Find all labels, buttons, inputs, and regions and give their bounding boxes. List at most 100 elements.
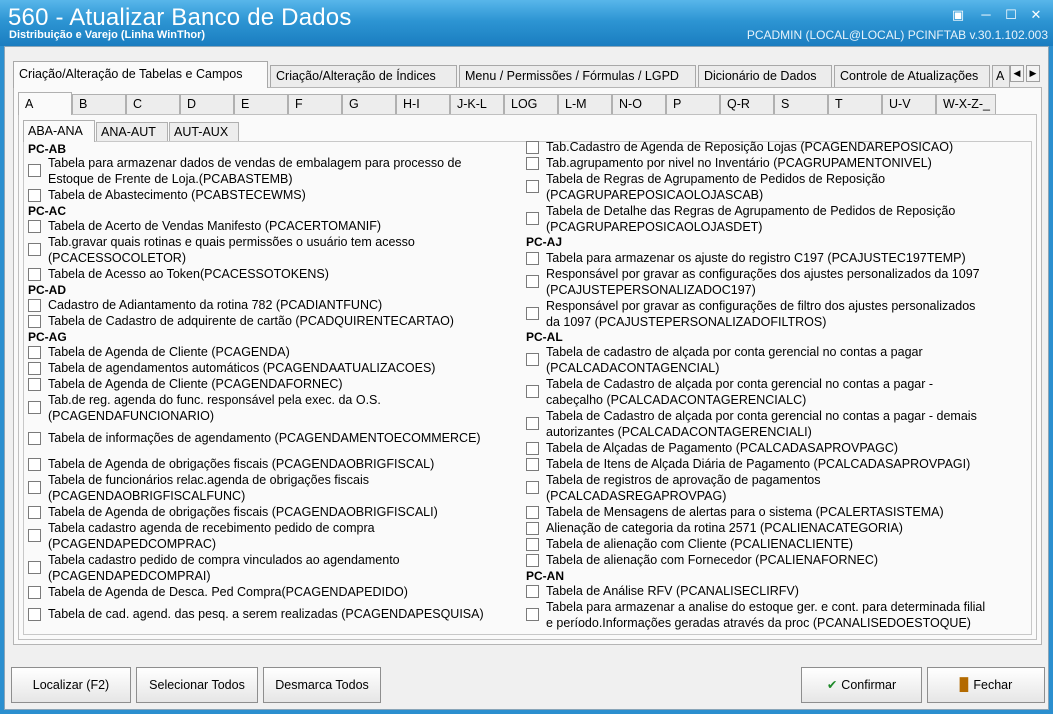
maximize-icon[interactable]: ☐ bbox=[1001, 6, 1021, 24]
table-checkbox[interactable] bbox=[28, 220, 41, 233]
tab-aut-aux[interactable]: AUT-AUX bbox=[169, 122, 239, 142]
table-checkbox[interactable] bbox=[526, 506, 539, 519]
table-checkbox[interactable] bbox=[526, 554, 539, 567]
tab-dicionario[interactable]: Dicionário de Dados bbox=[698, 65, 832, 88]
table-item-label: Tabela de Agenda de Cliente (PCAGENDA) bbox=[48, 345, 290, 359]
table-checkbox[interactable] bbox=[526, 417, 539, 430]
tab-controle[interactable]: Controle de Atualizações bbox=[834, 65, 990, 88]
table-checkbox[interactable] bbox=[28, 268, 41, 281]
table-checkbox[interactable] bbox=[28, 608, 41, 621]
tab-letter-u-v[interactable]: U-V bbox=[882, 94, 936, 114]
table-checkbox[interactable] bbox=[526, 608, 539, 621]
tab-letter-d[interactable]: D bbox=[180, 94, 234, 114]
minimize-icon[interactable]: ─ bbox=[976, 6, 996, 24]
tab-letter-t[interactable]: T bbox=[828, 94, 882, 114]
tab-overflow[interactable]: A bbox=[992, 65, 1010, 88]
tab-aba-ana[interactable]: ABA-ANA bbox=[23, 120, 95, 142]
table-item-label: Tabela de alienação com Cliente (PCALIEN… bbox=[546, 537, 854, 551]
table-checkbox[interactable] bbox=[28, 189, 41, 202]
table-checkbox[interactable] bbox=[526, 275, 539, 288]
table-checkbox[interactable] bbox=[28, 529, 41, 542]
table-item-label: cabeçalho (PCALCADACONTAGERENCIALC) bbox=[546, 393, 807, 407]
tab-letter-l-m[interactable]: L-M bbox=[558, 94, 612, 114]
table-checkbox[interactable] bbox=[28, 243, 41, 256]
table-checkbox[interactable] bbox=[526, 180, 539, 193]
close-icon[interactable]: ✕ bbox=[1026, 6, 1046, 24]
table-checkbox[interactable] bbox=[526, 522, 539, 535]
group-heading: PC-AC bbox=[28, 204, 66, 218]
tab-letter-p[interactable]: P bbox=[666, 94, 720, 114]
table-item-label: Tabela cadastro agenda de recebimento pe… bbox=[48, 521, 375, 535]
group-heading: PC-AL bbox=[526, 330, 563, 344]
table-checkbox[interactable] bbox=[526, 212, 539, 225]
table-checkbox[interactable] bbox=[28, 401, 41, 414]
table-checkbox[interactable] bbox=[526, 442, 539, 455]
fechar-button[interactable]: ▉ Fechar bbox=[927, 667, 1045, 703]
restore-icon[interactable]: ▣ bbox=[948, 6, 968, 24]
table-item-label: Responsável por gravar as configurações … bbox=[546, 267, 980, 281]
table-item-label: Tab.Cadastro de Agenda de Reposição Loja… bbox=[546, 140, 954, 154]
table-checkbox[interactable] bbox=[526, 385, 539, 398]
table-checkbox[interactable] bbox=[28, 164, 41, 177]
table-checkbox[interactable] bbox=[28, 299, 41, 312]
table-checkbox[interactable] bbox=[28, 346, 41, 359]
localizar-button[interactable]: Localizar (F2) bbox=[11, 667, 131, 703]
tab-letter-log[interactable]: LOG bbox=[504, 94, 558, 114]
table-item-label: (PCAGRUPAREPOSICAOLOJASDET) bbox=[546, 220, 763, 234]
window-subtitle: Distribuição e Varejo (Linha WinThor) bbox=[9, 29, 206, 41]
table-item-label: (PCAGENDAFUNCIONARIO) bbox=[48, 409, 214, 423]
table-checkbox[interactable] bbox=[28, 481, 41, 494]
table-item-label: Tabela de Regras de Agrupamento de Pedid… bbox=[546, 172, 886, 186]
right-column: Tab.Cadastro de Agenda de Reposição Loja… bbox=[522, 140, 1032, 636]
tab-menu-permissoes[interactable]: Menu / Permissões / Fórmulas / LGPD bbox=[459, 65, 696, 88]
table-checkbox[interactable] bbox=[526, 307, 539, 320]
table-item-label: Tabela cadastro pedido de compra vincula… bbox=[48, 553, 400, 567]
table-checkbox[interactable] bbox=[526, 353, 539, 366]
tab-letter-c[interactable]: C bbox=[126, 94, 180, 114]
tab-scroll-left-icon[interactable]: ◀ bbox=[1010, 65, 1024, 82]
tab-letter-b[interactable]: B bbox=[72, 94, 126, 114]
desmarca-todos-button[interactable]: Desmarca Todos bbox=[263, 667, 381, 703]
table-item-label: Tabela de Agenda de Cliente (PCAGENDAFOR… bbox=[48, 377, 343, 391]
table-checkbox[interactable] bbox=[28, 506, 41, 519]
table-checkbox[interactable] bbox=[526, 458, 539, 471]
table-checkbox[interactable] bbox=[28, 458, 41, 471]
table-checkbox[interactable] bbox=[28, 378, 41, 391]
table-checkbox[interactable] bbox=[28, 432, 41, 445]
tab-letter-h-i[interactable]: H-I bbox=[396, 94, 450, 114]
table-item-label: (PCALCADASREGAPROVPAG) bbox=[546, 489, 727, 503]
table-checkbox[interactable] bbox=[526, 538, 539, 551]
tab-scroll-right-icon[interactable]: ▶ bbox=[1026, 65, 1040, 82]
table-checkbox[interactable] bbox=[526, 157, 539, 170]
table-item-label: Tabela de cad. agend. das pesq. a serem … bbox=[48, 607, 484, 621]
tab-letter-j-k-l[interactable]: J-K-L bbox=[450, 94, 504, 114]
table-item-label: Tabela de Acerto de Vendas Manifesto (PC… bbox=[48, 219, 382, 233]
selecionar-todos-button[interactable]: Selecionar Todos bbox=[136, 667, 258, 703]
table-item-label: Tabela de Alçadas de Pagamento (PCALCADA… bbox=[546, 441, 899, 455]
table-list-panel: PC-AB Tabela para armazenar dados de vend… bbox=[23, 140, 1032, 636]
tab-ana-aut[interactable]: ANA-AUT bbox=[96, 122, 168, 142]
tab-letter-n-o[interactable]: N-O bbox=[612, 94, 666, 114]
table-checkbox[interactable] bbox=[526, 481, 539, 494]
tab-letter-q-r[interactable]: Q-R bbox=[720, 94, 774, 114]
confirmar-button[interactable]: ✔ Confirmar bbox=[801, 667, 922, 703]
table-checkbox[interactable] bbox=[28, 586, 41, 599]
title-bar: 560 - Atualizar Banco de Dados Distribui… bbox=[0, 0, 1053, 46]
table-checkbox[interactable] bbox=[526, 252, 539, 265]
tab-letter-s[interactable]: S bbox=[774, 94, 828, 114]
tab-letter-f[interactable]: F bbox=[288, 94, 342, 114]
table-checkbox[interactable] bbox=[526, 141, 539, 154]
tab-letter-g[interactable]: G bbox=[342, 94, 396, 114]
tab-tabelas-campos[interactable]: Criação/Alteração de Tabelas e Campos bbox=[13, 61, 268, 88]
table-item-label: Tabela de registros de aprovação de paga… bbox=[546, 473, 821, 487]
table-checkbox[interactable] bbox=[28, 561, 41, 574]
tab-letter-a[interactable]: A bbox=[18, 92, 72, 115]
tab-letter-e[interactable]: E bbox=[234, 94, 288, 114]
tab-indices[interactable]: Criação/Alteração de Índices bbox=[270, 65, 457, 88]
tab-letter-w-x-z[interactable]: W-X-Z-_ bbox=[936, 94, 996, 114]
table-checkbox[interactable] bbox=[28, 362, 41, 375]
table-item-label: Alienação de categoria da rotina 2571 (P… bbox=[546, 521, 903, 535]
table-checkbox[interactable] bbox=[28, 315, 41, 328]
table-item-label: Tabela de Cadastro de alçada por conta g… bbox=[546, 409, 977, 423]
table-checkbox[interactable] bbox=[526, 585, 539, 598]
